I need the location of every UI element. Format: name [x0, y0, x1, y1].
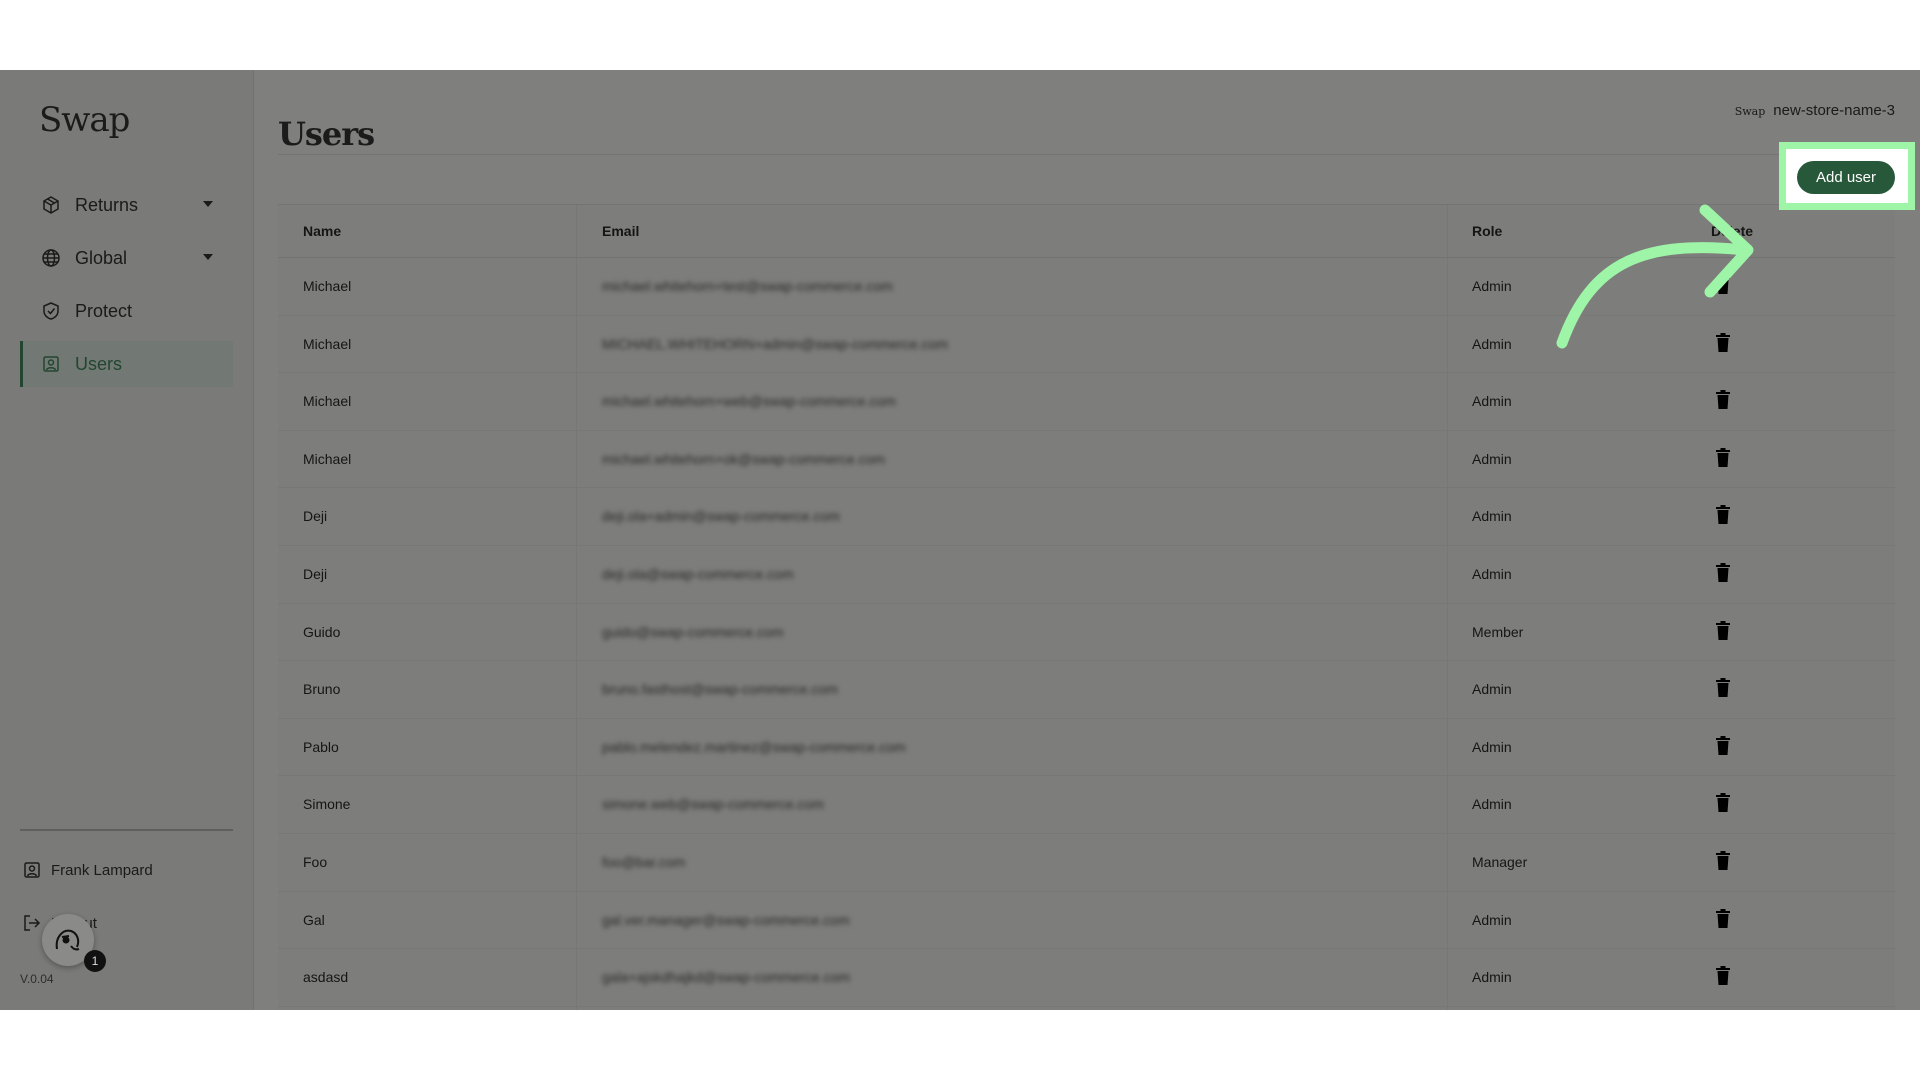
table-row: Michael michael.whitehorn+ok@swap-commerc… — [278, 430, 1895, 489]
sidebar-item-label: Users — [75, 353, 123, 374]
sidebar-item-global[interactable]: Global — [20, 235, 233, 281]
table-row: Guido guido@swap-commerce.com Member — [278, 603, 1895, 662]
table-row: asdasd gala+ajskdhajkd@swap-commerce.com A… — [278, 948, 1895, 1007]
sidebar-item-returns[interactable]: Returns — [20, 182, 233, 228]
user-role-cell: Admin — [1472, 393, 1512, 410]
user-role-cell: Admin — [1472, 335, 1512, 352]
table-row: Deji deji.ola+admin@swap-commerce.com Admi… — [278, 487, 1895, 546]
user-name-cell: Pablo — [303, 738, 339, 755]
user-email-cell: MICHAEL.WHITEHORN+admin@swap-commerce.co… — [602, 335, 948, 352]
sidebar: Swap Returns Global Protect Users Frank … — [0, 70, 254, 1010]
user-email-cell: guido@swap-commerce.com — [602, 623, 784, 640]
sidebar-item-protect[interactable]: Protect — [20, 288, 233, 334]
notification-badge: 1 — [84, 950, 106, 972]
user-name: Frank Lampard — [51, 861, 153, 879]
user-role-cell: Admin — [1472, 796, 1512, 813]
user-role-cell: Admin — [1472, 911, 1512, 928]
user-role-cell: Admin — [1472, 969, 1512, 986]
user-email-cell: foo@bar.com — [602, 854, 686, 870]
delete-icon[interactable] — [1715, 678, 1731, 698]
page-title: Users — [278, 115, 375, 154]
user-name-cell: Deji — [303, 508, 328, 525]
user-email-cell: michael.whitehorn+ok@swap-commerce.com — [602, 450, 886, 467]
user-name-cell: Foo — [303, 854, 328, 870]
delete-icon[interactable] — [1715, 793, 1731, 813]
user-role-cell: Admin — [1472, 681, 1512, 698]
user-role-cell: Admin — [1472, 738, 1512, 755]
user-role-cell: Admin — [1472, 278, 1512, 294]
delete-icon[interactable] — [1715, 735, 1731, 755]
table-row: Pablo pablo.melendez.martinez@swap-commer… — [278, 718, 1895, 777]
store-selector[interactable]: Swap new-store-name-3 — [1735, 102, 1895, 119]
sidebar-item-users[interactable]: Users — [20, 341, 233, 387]
delete-icon[interactable] — [1715, 966, 1731, 986]
user-badge-icon — [41, 354, 61, 374]
user-name-cell: Guido — [303, 623, 341, 640]
table-row: Foo foo@bar.com Manager — [278, 833, 1895, 892]
user-role-cell: Member — [1472, 623, 1524, 640]
table-row: Deji deji.ola@swap-commerce.com Admin — [278, 545, 1895, 604]
sidebar-item-label: Returns — [75, 194, 139, 215]
user-email-cell: bruno.fasthost@swap-commerce.com — [602, 681, 838, 698]
user-email-cell: gala+ajskdhajkd@swap-commerce.com — [602, 969, 851, 986]
column-header-role: Role — [1472, 223, 1503, 239]
globe-icon — [41, 248, 61, 268]
table-row: Simone simone.web@swap-commerce.com Admin — [278, 775, 1895, 834]
user-name-cell: Michael — [303, 278, 352, 294]
add-user-button[interactable]: Add user — [1797, 161, 1895, 194]
annotation-arrow — [1556, 204, 1754, 349]
delete-icon[interactable] — [1715, 447, 1731, 467]
box-icon — [41, 195, 61, 215]
user-email-cell: deji.ola+admin@swap-commerce.com — [602, 508, 840, 525]
sidebar-divider — [20, 829, 233, 831]
user-name-cell: Michael — [303, 450, 352, 467]
delete-icon[interactable] — [1715, 563, 1731, 582]
user-email-cell: simone.web@swap-commerce.com — [602, 796, 824, 813]
app-logo: Swap — [39, 100, 130, 140]
caret-down-icon — [203, 254, 213, 260]
delete-icon[interactable] — [1715, 505, 1731, 525]
user-email-cell: gal.ver.manager@swap-commerce.com — [602, 911, 850, 928]
caret-down-icon — [203, 201, 213, 207]
user-role-cell: Admin — [1472, 450, 1512, 467]
user-badge-icon — [24, 862, 40, 878]
user-email-cell: deji.ola@swap-commerce.com — [602, 566, 794, 582]
shield-icon — [41, 301, 61, 321]
user-name-cell: Michael — [303, 335, 352, 352]
user-profile-link[interactable]: Frank Lampard — [22, 860, 153, 880]
user-name-cell: Gal — [303, 911, 325, 928]
table-row: Bruno bruno.fasthost@swap-commerce.com Adm… — [278, 660, 1895, 719]
user-name-cell: asdasd — [303, 969, 349, 986]
delete-icon[interactable] — [1715, 620, 1731, 640]
store-logo: Swap — [1734, 105, 1766, 118]
table-row: Gal gal.ver.manager@swap-commerce.com Admi… — [278, 891, 1895, 950]
store-name: new-store-name-3 — [1773, 102, 1895, 119]
user-name-cell: Bruno — [303, 681, 341, 698]
user-email-cell: pablo.melendez.martinez@swap-commerce.co… — [602, 738, 906, 755]
app-version: V.0.04 — [20, 972, 54, 986]
delete-icon[interactable] — [1715, 390, 1731, 410]
user-name-cell: Deji — [303, 566, 328, 582]
user-role-cell: Admin — [1472, 566, 1512, 582]
delete-icon[interactable] — [1715, 851, 1731, 870]
user-name-cell: Simone — [303, 796, 351, 813]
column-header-email: Email — [602, 223, 640, 239]
sidebar-item-label: Global — [75, 247, 128, 268]
sidebar-item-label: Protect — [75, 300, 133, 321]
user-role-cell: Admin — [1472, 508, 1512, 525]
support-avatar-icon — [55, 929, 80, 951]
table-row: Michael michael.whitehorn+web@swap-commer… — [278, 372, 1895, 431]
user-role-cell: Manager — [1472, 854, 1528, 870]
delete-icon[interactable] — [1715, 908, 1731, 928]
app-window: Swap Returns Global Protect Users Frank … — [0, 70, 1920, 1010]
user-email-cell: michael.whitehorn+web@swap-commerce.com — [602, 393, 896, 410]
column-header-name: Name — [303, 223, 342, 239]
user-name-cell: Michael — [303, 393, 352, 410]
user-email-cell: michael.whitehorn+test@swap-commerce.com — [602, 278, 893, 294]
logout-icon — [24, 915, 41, 931]
